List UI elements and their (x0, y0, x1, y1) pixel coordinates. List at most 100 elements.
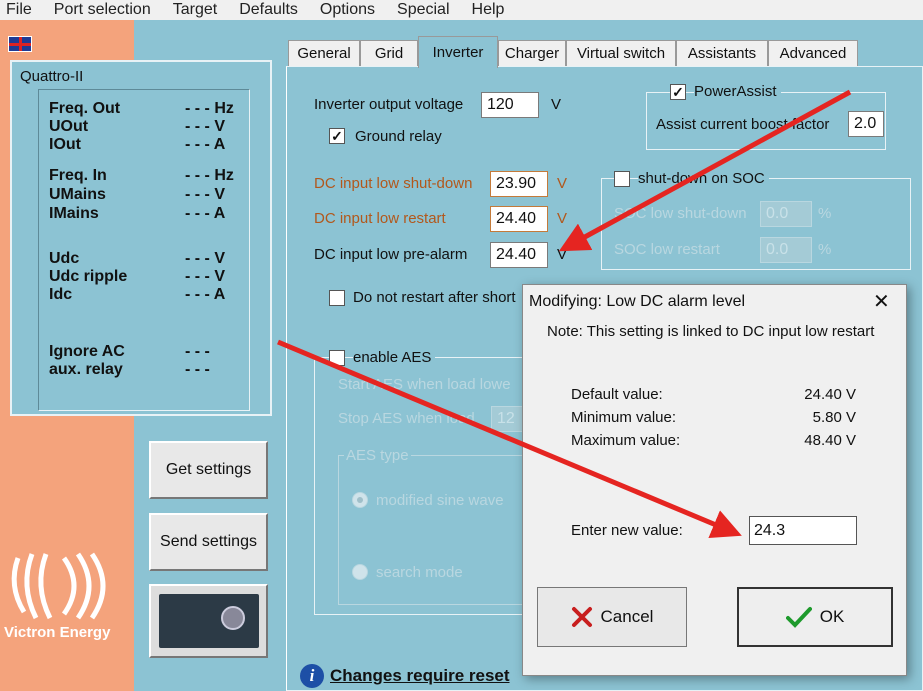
dc-low-prealarm-label: DC input low pre-alarm (314, 246, 468, 263)
status-value: - - - A (185, 136, 226, 153)
status-label: Udc (49, 250, 80, 267)
enter-value-label: Enter new value: (571, 522, 683, 539)
status-value: - - - V (185, 186, 225, 203)
device-status-box: Quattro-II Freq. Out - - - Hz UOut - - -… (10, 60, 272, 416)
status-readings: Freq. Out - - - Hz UOut - - - V IOut - -… (38, 89, 250, 411)
status-label: Udc ripple (49, 268, 128, 285)
minimum-value: 5.80 V (812, 409, 856, 426)
search-mode-label: search mode (376, 564, 463, 581)
menu-file[interactable]: File (6, 1, 32, 19)
no-restart-label: Do not restart after short (353, 289, 516, 306)
status-value: - - - V (185, 250, 225, 267)
victron-logo-icon (11, 552, 106, 620)
tab-assistants[interactable]: Assistants (676, 40, 768, 66)
menu-special[interactable]: Special (397, 1, 449, 19)
status-label: UMains (49, 186, 106, 203)
tab-general[interactable]: General (288, 40, 360, 66)
status-value: - - - Hz (185, 100, 234, 117)
enable-aes-checkbox[interactable] (329, 350, 345, 366)
tab-charger[interactable]: Charger (498, 40, 566, 66)
dialog-title: Modifying: Low DC alarm level (529, 293, 746, 310)
start-aes-label: Start AES when load lowe (338, 376, 511, 393)
status-label: UOut (49, 118, 89, 135)
language-flag-icon[interactable] (8, 36, 32, 52)
percent-label: % (818, 241, 832, 258)
maximum-value: 48.40 V (804, 432, 856, 449)
status-label: Freq. In (49, 167, 107, 184)
menu-defaults[interactable]: Defaults (239, 1, 298, 19)
new-value-input[interactable]: 24.3 (749, 516, 857, 545)
powerassist-label: PowerAssist (694, 83, 781, 100)
dc-low-prealarm-input[interactable]: 24.40 (490, 242, 548, 268)
aes-type-group (338, 455, 524, 605)
ground-relay-checkbox[interactable]: ✓ (329, 128, 345, 144)
assist-factor-label: Assist current boost factor (656, 116, 830, 133)
send-settings-button[interactable]: Send settings (149, 513, 268, 571)
soc-shutdown-input[interactable]: 0.0 (760, 201, 812, 227)
status-value: - - - V (185, 268, 225, 285)
soc-shutdown-label: SOC low shut-down (614, 205, 747, 222)
search-mode-radio[interactable] (352, 564, 368, 580)
tab-virtual-switch[interactable]: Virtual switch (566, 40, 676, 66)
close-icon[interactable]: ✕ (873, 289, 890, 314)
status-value: - - - A (185, 286, 226, 303)
no-restart-checkbox[interactable] (329, 290, 345, 306)
shutdown-soc-checkbox[interactable] (614, 171, 630, 187)
unit-label: V (557, 246, 568, 263)
reset-notice-text: Changes require reset (330, 666, 510, 685)
menu-bar: File Port selection Target Defaults Opti… (0, 0, 923, 20)
maximum-value-label: Maximum value: (571, 432, 681, 449)
unit-label: V (551, 96, 562, 113)
stop-aes-input[interactable]: 12 (491, 406, 523, 432)
status-label: IMains (49, 205, 99, 222)
ground-relay-label: Ground relay (355, 128, 442, 145)
default-value: 24.40 V (804, 386, 856, 403)
ok-label: OK (819, 607, 845, 626)
powerassist-checkbox[interactable]: ✓ (670, 84, 686, 100)
panel-knob-graphic (221, 606, 245, 630)
ok-button[interactable]: OK (737, 587, 893, 647)
status-value: - - - (185, 361, 210, 378)
menu-help[interactable]: Help (472, 1, 505, 19)
default-value-label: Default value: (571, 386, 663, 403)
get-settings-button[interactable]: Get settings (149, 441, 268, 499)
status-value: - - - A (185, 205, 226, 222)
dc-low-restart-label: DC input low restart (314, 210, 446, 227)
soc-restart-input[interactable]: 0.0 (760, 237, 812, 263)
status-label: Ignore AC (49, 343, 125, 360)
brand-name: Victron Energy (4, 624, 111, 641)
status-value: - - - Hz (185, 167, 234, 184)
inverter-output-voltage-input[interactable]: 120 (481, 92, 539, 118)
enable-aes-label: enable AES (353, 349, 436, 366)
stop-aes-label: Stop AES when load (338, 410, 475, 427)
unit-label: V (557, 175, 568, 192)
status-label: IOut (49, 136, 81, 153)
inverter-output-voltage-label: Inverter output voltage (314, 96, 464, 113)
modified-sine-radio[interactable] (352, 492, 368, 508)
shutdown-soc-label: shut-down on SOC (638, 170, 769, 187)
percent-label: % (818, 205, 832, 222)
dc-low-shutdown-input[interactable]: 23.90 (490, 171, 548, 197)
menu-port-selection[interactable]: Port selection (54, 1, 151, 19)
menu-target[interactable]: Target (173, 1, 217, 19)
modify-dialog: Modifying: Low DC alarm level ✕ Note: Th… (522, 284, 907, 676)
tab-grid[interactable]: Grid (360, 40, 418, 66)
tab-inverter[interactable]: Inverter (418, 36, 498, 68)
cancel-x-icon (571, 607, 592, 627)
status-label: Freq. Out (49, 100, 121, 117)
dc-low-shutdown-label: DC input low shut-down (314, 175, 473, 192)
control-panel-image[interactable] (149, 584, 268, 658)
dc-low-restart-input[interactable]: 24.40 (490, 206, 548, 232)
status-label: aux. relay (49, 361, 123, 378)
modified-sine-label: modified sine wave (376, 492, 504, 509)
changes-require-reset[interactable]: i Changes require reset (300, 664, 510, 688)
status-label: Idc (49, 286, 73, 303)
victron-logo: Victron Energy (4, 548, 130, 644)
cancel-button[interactable]: Cancel (537, 587, 687, 647)
unit-label: V (557, 210, 568, 227)
tab-advanced[interactable]: Advanced (768, 40, 858, 66)
assist-factor-input[interactable]: 2.0 (848, 111, 884, 137)
menu-options[interactable]: Options (320, 1, 375, 19)
info-icon: i (300, 664, 324, 688)
status-value: - - - V (185, 118, 225, 135)
